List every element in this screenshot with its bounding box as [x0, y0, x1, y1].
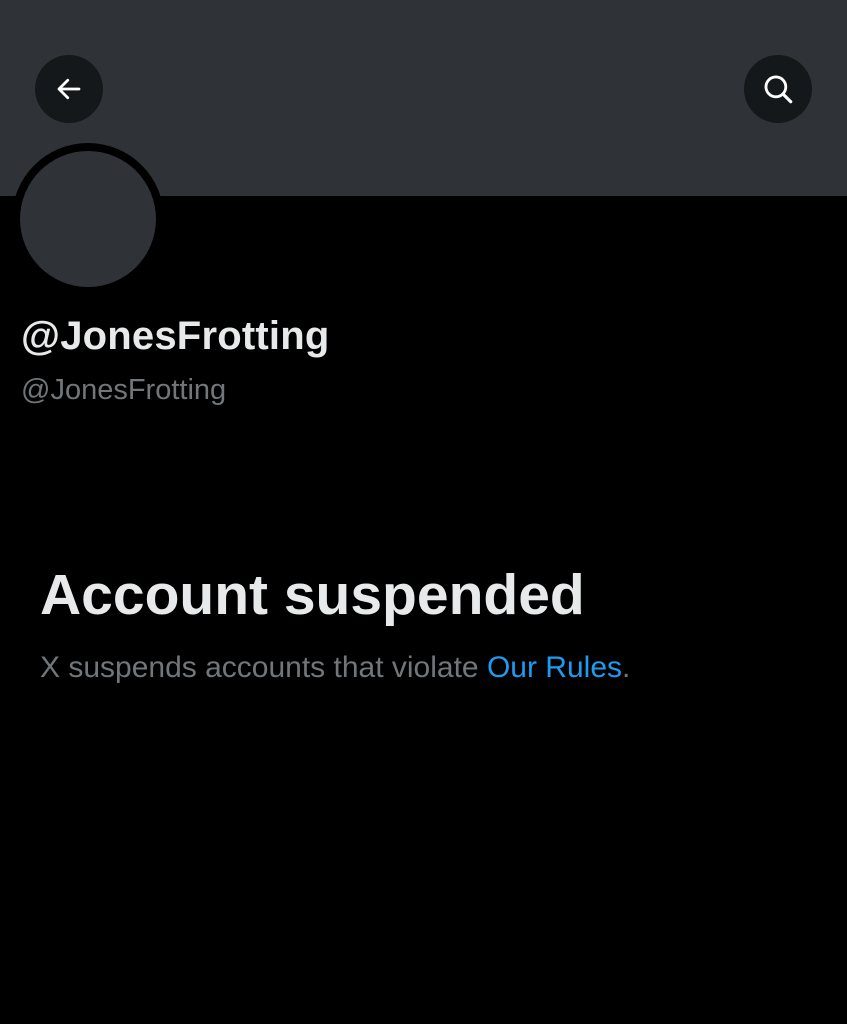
description-period: .: [622, 651, 631, 684]
suspended-description: X suspends accounts that violate Our Rul…: [40, 651, 630, 685]
suspended-title: Account suspended: [40, 563, 585, 627]
user-handle: @JonesFrotting: [21, 374, 227, 406]
display-name: @JonesFrotting: [21, 314, 330, 358]
search-button[interactable]: [744, 55, 812, 123]
description-text: X suspends accounts that violate: [40, 651, 487, 684]
avatar[interactable]: [20, 151, 156, 287]
arrow-left-icon: [54, 74, 84, 104]
back-button[interactable]: [35, 55, 103, 123]
our-rules-link[interactable]: Our Rules: [487, 651, 622, 684]
search-icon: [761, 72, 795, 106]
